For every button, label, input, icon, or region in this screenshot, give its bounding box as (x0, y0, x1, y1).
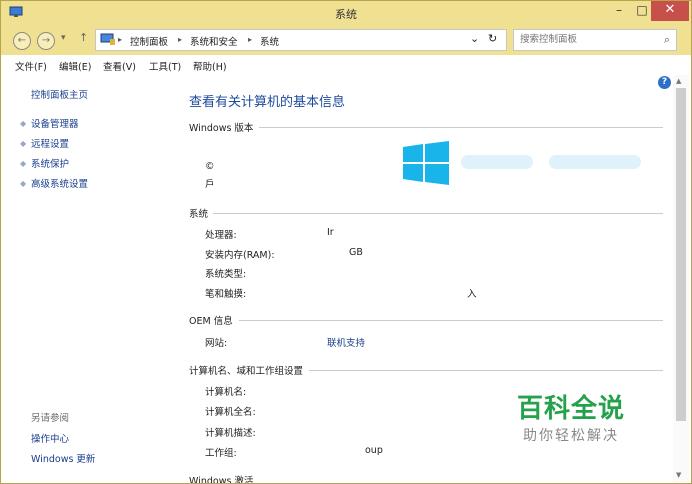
rights-text: 戶 (205, 179, 215, 190)
window-title: 系统 (335, 8, 357, 21)
workgroup-value: oup (365, 445, 383, 456)
windows-wordmark-blurred (549, 155, 641, 169)
minimize-button[interactable]: – (607, 1, 631, 21)
menu-view[interactable]: 查看(V) (103, 59, 136, 73)
address-box[interactable]: ▸ 控制面板 ▸ 系统和安全 ▸ 系统 ⌄ ↻ (95, 29, 507, 51)
sidebar-item-action-center[interactable]: 操作中心 (31, 431, 69, 445)
address-toolbar: ← → ▾ ↑ ▸ 控制面板 ▸ 系统和安全 ▸ 系统 ⌄ ↻ ⌕ (1, 25, 691, 55)
scrollbar-thumb[interactable] (676, 88, 686, 421)
menu-help[interactable]: 帮助(H) (193, 59, 227, 73)
system-type-label: 系统类型: (205, 269, 247, 280)
menu-file[interactable]: 文件(F) (15, 59, 47, 73)
windows-logo-icon (403, 141, 449, 185)
section-activation: Windows 激活 (189, 476, 254, 484)
recent-pages-dropdown-icon[interactable]: ▾ (61, 33, 66, 43)
search-icon[interactable]: ⌕ (664, 33, 670, 47)
processor-value: Ir (327, 227, 334, 238)
watermark-subtitle: 助你轻松解决 (523, 428, 619, 444)
online-support-link[interactable]: 联机支持 (327, 335, 365, 349)
website-label: 网站: (205, 338, 228, 349)
scroll-up-icon[interactable]: ▲ (676, 77, 681, 85)
control-panel-icon (100, 33, 115, 45)
menu-edit[interactable]: 编辑(E) (59, 59, 91, 73)
breadcrumb-system-security[interactable]: 系统和安全 (190, 34, 238, 48)
copyright-text: © (205, 161, 215, 172)
breadcrumb-separator-icon: ▸ (118, 35, 123, 44)
sidebar-item-device-manager[interactable]: 设备管理器 (31, 116, 79, 130)
close-button[interactable]: ✕ (651, 1, 689, 21)
sidebar-item-advanced-settings[interactable]: 高级系统设置 (31, 176, 88, 190)
menu-bar: 文件(F) 编辑(E) 查看(V) 工具(T) 帮助(H) (1, 55, 691, 75)
maximize-button[interactable]: □ (631, 1, 653, 21)
ram-label: 安装内存(RAM): (205, 250, 275, 261)
section-system: 系统 (189, 209, 209, 220)
up-arrow-icon[interactable]: ↑ (79, 31, 88, 44)
pen-touch-label: 笔和触摸: (205, 289, 247, 300)
shield-icon: ◆ (20, 179, 27, 188)
sidebar-control-panel-home[interactable]: 控制面板主页 (31, 87, 88, 101)
processor-label: 处理器: (205, 230, 237, 241)
divider (309, 370, 663, 371)
title-bar[interactable]: 系统 – □ ✕ (1, 1, 691, 25)
full-name-label: 计算机全名: (205, 407, 256, 418)
divider (259, 127, 663, 128)
address-dropdown-icon[interactable]: ⌄ (470, 32, 479, 45)
computer-name-label: 计算机名: (205, 387, 247, 398)
watermark-title: 百科全说 (517, 394, 626, 424)
sidebar: 控制面板主页 ◆ 设备管理器 ◆ 远程设置 ◆ 系统保护 ◆ 高级系统设置 另请… (1, 75, 177, 483)
pen-touch-value: 入 (467, 289, 477, 300)
menu-tools[interactable]: 工具(T) (149, 59, 181, 73)
sidebar-item-system-protection[interactable]: 系统保护 (31, 156, 69, 170)
see-also-heading: 另请参阅 (31, 413, 70, 424)
refresh-icon[interactable]: ↻ (488, 32, 497, 45)
breadcrumb-separator-icon: ▸ (178, 35, 183, 44)
windows-wordmark-blurred (461, 155, 533, 169)
page-title: 查看有关计算机的基本信息 (189, 95, 346, 110)
workgroup-label: 工作组: (205, 448, 237, 459)
description-label: 计算机描述: (205, 428, 256, 439)
watermark: 百科全说 助你轻松解决 (517, 393, 657, 445)
breadcrumb-separator-icon: ▸ (248, 35, 253, 44)
forward-button[interactable]: → (37, 32, 55, 50)
scroll-down-icon[interactable]: ▼ (676, 471, 681, 479)
shield-icon: ◆ (20, 139, 27, 148)
system-window: 系统 – □ ✕ ← → ▾ ↑ ▸ 控制面板 ▸ 系统和安全 ▸ 系统 ⌄ ↻… (0, 0, 692, 484)
section-windows-edition: Windows 版本 (189, 123, 254, 134)
sidebar-item-remote-settings[interactable]: 远程设置 (31, 136, 69, 150)
help-icon[interactable]: ? (658, 76, 671, 89)
shield-icon: ◆ (20, 159, 27, 168)
divider (213, 213, 663, 214)
section-computer-name: 计算机名、域和工作组设置 (189, 366, 304, 377)
breadcrumb-system[interactable]: 系统 (260, 34, 279, 48)
back-button[interactable]: ← (13, 32, 31, 50)
divider (239, 320, 663, 321)
breadcrumb-control-panel[interactable]: 控制面板 (130, 34, 168, 48)
ram-value: GB (349, 247, 363, 258)
search-input[interactable] (520, 32, 650, 46)
section-oem: OEM 信息 (189, 316, 233, 327)
search-box[interactable]: ⌕ (513, 29, 677, 51)
shield-icon: ◆ (20, 119, 27, 128)
sidebar-item-windows-update[interactable]: Windows 更新 (31, 451, 95, 465)
